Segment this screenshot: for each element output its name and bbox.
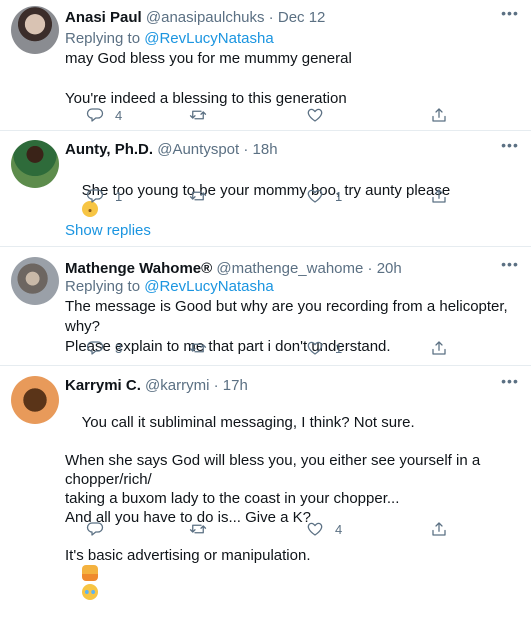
tweet-actions: 1 1	[56, 184, 476, 208]
reply-button[interactable]	[86, 517, 115, 541]
more-icon[interactable]: •••	[501, 257, 519, 279]
display-name[interactable]: Karrymi C.	[65, 377, 141, 394]
like-count: 1	[335, 188, 343, 204]
person-shrugging-emoji-icon	[81, 565, 98, 581]
more-icon[interactable]: •••	[501, 6, 519, 28]
replying-to-label: Replying to	[65, 278, 145, 295]
retweet-button[interactable]	[189, 184, 218, 208]
reply-count: 1	[115, 188, 123, 204]
reply-icon	[86, 522, 104, 536]
retweet-icon	[189, 191, 207, 201]
avatar[interactable]	[11, 6, 59, 54]
tweet-text: You call it subliminal messaging, I thin…	[65, 394, 520, 622]
handle[interactable]: @karrymi	[145, 377, 209, 394]
display-name[interactable]: Aunty, Ph.D.	[65, 141, 153, 158]
replying-to: Replying to @RevLucyNatasha	[65, 29, 274, 49]
reply-icon	[86, 341, 104, 355]
share-icon	[432, 522, 446, 536]
share-button[interactable]	[430, 517, 448, 541]
reply-button[interactable]: 1	[86, 184, 122, 208]
mention-link[interactable]: @RevLucyNatasha	[144, 278, 273, 295]
share-button[interactable]	[430, 103, 448, 127]
tears-of-joy-emoji-icon	[81, 584, 98, 600]
tweet-actions: 4	[56, 103, 476, 127]
retweet-button[interactable]	[189, 103, 218, 127]
tweet-aunty-phd[interactable]: Aunty, Ph.D. @Auntyspot · 18h ••• She to…	[0, 131, 531, 245]
tweet-actions: 3 1	[56, 336, 476, 360]
tweet-header: Anasi Paul @anasipaulchuks · Dec 12	[65, 8, 325, 28]
reply-count: 3	[115, 340, 123, 356]
like-button[interactable]: 1	[306, 184, 342, 208]
reply-icon	[86, 108, 104, 122]
timestamp[interactable]: 17h	[223, 377, 248, 394]
like-count: 1	[335, 340, 343, 356]
tweet-header: Karrymi C. @karrymi · 17h	[65, 376, 248, 396]
like-button[interactable]: 1	[306, 336, 342, 360]
handle[interactable]: @Auntyspot	[157, 141, 239, 158]
reply-icon	[86, 189, 104, 203]
dot-separator: ·	[363, 260, 377, 277]
replying-to: Replying to @RevLucyNatasha	[65, 277, 274, 297]
like-icon	[307, 108, 323, 122]
avatar[interactable]	[11, 376, 59, 424]
share-icon	[432, 108, 446, 122]
retweet-icon	[189, 110, 207, 120]
tweet-karrymi-c[interactable]: Karrymi C. @karrymi · 17h ••• You call i…	[0, 366, 531, 600]
tweet-text: may God bless you for me mummy general Y…	[65, 50, 352, 107]
more-icon[interactable]: •••	[501, 138, 519, 160]
like-icon	[307, 189, 323, 203]
tweet-header: Mathenge Wahome® @mathenge_wahome · 20h	[65, 259, 402, 279]
timestamp[interactable]: Dec 12	[278, 9, 326, 26]
dot-separator: ·	[209, 377, 223, 394]
display-name[interactable]: Mathenge Wahome®	[65, 260, 212, 277]
avatar[interactable]	[11, 140, 59, 188]
reply-button[interactable]: 3	[86, 336, 122, 360]
dot-separator: ·	[239, 141, 253, 158]
tweet-header: Aunty, Ph.D. @Auntyspot · 18h	[65, 140, 278, 160]
dot-separator: ·	[264, 9, 278, 26]
more-icon[interactable]: •••	[501, 374, 519, 396]
handle[interactable]: @anasipaulchuks	[146, 9, 265, 26]
handle[interactable]: @mathenge_wahome	[216, 260, 363, 277]
like-button[interactable]	[306, 103, 335, 127]
share-icon	[432, 189, 446, 203]
tweet-text-content: You call it subliminal messaging, I thin…	[65, 414, 481, 564]
mention-link[interactable]: @RevLucyNatasha	[144, 30, 273, 47]
show-replies-link[interactable]: Show replies	[65, 221, 151, 241]
retweet-icon	[189, 524, 207, 534]
like-button[interactable]: 4	[306, 517, 342, 541]
retweet-button[interactable]	[189, 336, 218, 360]
display-name[interactable]: Anasi Paul	[65, 9, 142, 26]
tweet-mathenge-wahome[interactable]: Mathenge Wahome® @mathenge_wahome · 20h …	[0, 247, 531, 365]
avatar[interactable]	[11, 257, 59, 305]
like-count: 4	[335, 521, 343, 537]
replying-to-label: Replying to	[65, 30, 145, 47]
tweet-actions: 4	[56, 517, 476, 541]
reply-button[interactable]: 4	[86, 103, 122, 127]
retweet-icon	[189, 343, 207, 353]
like-icon	[307, 522, 323, 536]
share-button[interactable]	[430, 336, 448, 360]
retweet-button[interactable]	[189, 517, 218, 541]
share-icon	[432, 341, 446, 355]
timestamp[interactable]: 20h	[377, 260, 402, 277]
reply-count: 4	[115, 107, 123, 123]
share-button[interactable]	[430, 184, 448, 208]
timestamp[interactable]: 18h	[253, 141, 278, 158]
like-icon	[307, 341, 323, 355]
tweet-anasi-paul[interactable]: Anasi Paul @anasipaulchuks · Dec 12 ••• …	[0, 0, 531, 130]
